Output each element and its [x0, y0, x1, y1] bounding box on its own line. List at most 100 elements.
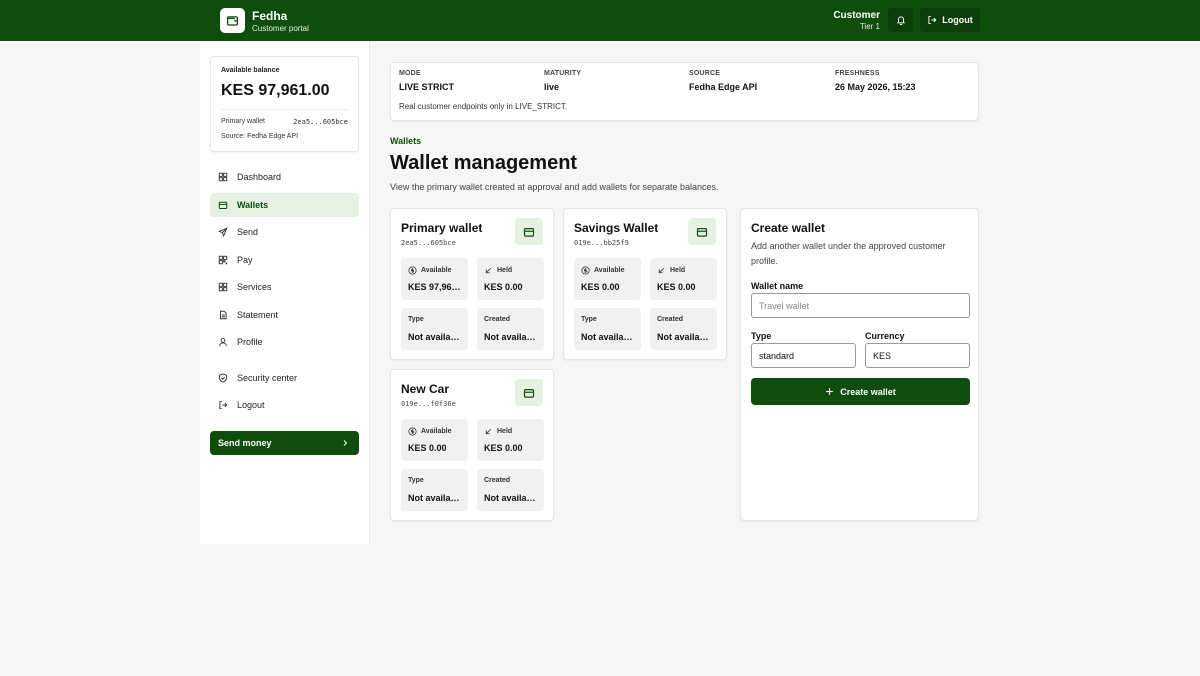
type-value: Not available [408, 493, 463, 503]
wallet-name: Savings Wallet [574, 221, 659, 235]
grid-icon [218, 282, 228, 292]
available-label: Available [421, 428, 452, 435]
page-title: Wallet management [390, 152, 578, 174]
type-value: Not available [581, 332, 636, 342]
currency-input[interactable]: KES [865, 343, 970, 368]
type-value: Not available [408, 332, 463, 342]
send-icon [218, 227, 228, 237]
created-tile: Created Not available [650, 308, 717, 350]
send-money-label: Send money [218, 438, 272, 448]
wallet-icon-badge [688, 218, 716, 245]
create-wallet-button[interactable]: Create wallet [751, 378, 970, 405]
mode-label: MODE [399, 70, 421, 77]
create-wallet-title: Create wallet [751, 221, 826, 235]
breadcrumb[interactable]: Wallets [390, 136, 421, 146]
wallet-card-new-car[interactable]: New Car 019e...f0f36e Available KES 0.00… [390, 369, 554, 521]
brand-subtitle: Customer portal [252, 24, 309, 33]
user-name: Customer [833, 10, 880, 21]
mode-value: LIVE STRICT [399, 82, 455, 92]
wallet-card-savings[interactable]: Savings Wallet 019e...bb25f9 Available K… [563, 208, 727, 360]
shield-icon [219, 373, 227, 383]
dollar-circle-icon [408, 266, 417, 275]
brand-name: Fedha [252, 9, 288, 23]
created-tile: Created Not available [477, 308, 544, 350]
wallet-id: 019e...bb25f9 [574, 239, 629, 247]
arrow-down-left-icon [485, 428, 492, 435]
wallet-icon [523, 227, 535, 237]
held-value: KES 0.00 [657, 282, 696, 292]
wallet-id: 019e...f0f36e [401, 400, 456, 408]
sidebar-item-security-center[interactable]: Security center [210, 366, 359, 390]
created-value: Not available [484, 493, 539, 503]
logout-button[interactable]: Logout [920, 8, 980, 32]
create-wallet-button-label: Create wallet [840, 386, 896, 397]
type-label: Type [581, 316, 597, 323]
sidebar-item-statement[interactable]: Statement [210, 303, 359, 327]
divider [221, 109, 348, 110]
held-tile: Held KES 0.00 [650, 258, 717, 300]
sidebar-item-label: Send [237, 227, 259, 237]
primary-wallet-id: 2ea5...605bce [293, 118, 348, 126]
sidebar-item-profile[interactable]: Profile [210, 330, 359, 354]
sidebar-item-label: Statement [237, 310, 279, 320]
balance-amount: KES 97,961.00 [221, 82, 330, 99]
data-source-card: MODE LIVE STRICT MATURITY live SOURCE Fe… [390, 62, 979, 121]
user-tier: Tier 1 [859, 22, 880, 31]
created-value: Not available [484, 332, 539, 342]
logout-icon [928, 16, 937, 24]
notifications-button[interactable] [888, 8, 913, 32]
wallet-name-label: Wallet name [751, 281, 804, 291]
grid-icon [218, 172, 228, 182]
dollar-circle-icon [581, 266, 590, 275]
document-icon [220, 310, 227, 320]
arrow-down-left-icon [658, 267, 665, 274]
wallet-id: 2ea5...605bce [401, 239, 456, 247]
wallet-card-primary[interactable]: Primary wallet 2ea5...605bce Available K… [390, 208, 554, 360]
sidebar-item-label: Pay [237, 255, 253, 265]
type-tile: Type Not available [574, 308, 641, 350]
type-label: Type [408, 316, 424, 323]
available-tile: Available KES 97,961.00 [401, 258, 468, 300]
sidebar-item-label: Logout [237, 400, 265, 410]
freshness-field: FRESHNESS 26 May 2026, 15:23 [835, 70, 916, 92]
held-value: KES 0.00 [484, 282, 523, 292]
wallet-name: New Car [401, 382, 450, 396]
create-wallet-card: Create wallet Add another wallet under t… [740, 208, 979, 521]
type-input[interactable]: standard [751, 343, 856, 368]
sidebar-item-dashboard[interactable]: Dashboard [210, 165, 359, 189]
sidebar-item-label: Services [237, 282, 272, 292]
sidebar-item-logout[interactable]: Logout [210, 393, 359, 417]
arrow-down-left-icon [485, 267, 492, 274]
sidebar-item-wallets[interactable]: Wallets [210, 193, 359, 217]
type-tile: Type Not available [401, 469, 468, 511]
held-tile: Held KES 0.00 [477, 419, 544, 461]
freshness-label: FRESHNESS [835, 70, 880, 77]
currency-label: Currency [865, 331, 905, 341]
mode-field: MODE LIVE STRICT [399, 70, 454, 92]
wallet-icon-badge [515, 379, 543, 406]
logout-label: Logout [942, 15, 973, 25]
plus-icon [826, 388, 834, 395]
brand-logo[interactable] [220, 8, 245, 33]
type-label: Type [751, 331, 772, 341]
chevron-right-icon [343, 440, 348, 446]
top-bar: Fedha Customer portal Customer Tier 1 Lo… [0, 0, 1200, 41]
mode-note: Real customer endpoints only in LIVE_STR… [399, 102, 568, 111]
sidebar-item-pay[interactable]: Pay [210, 248, 359, 272]
wallet-icon [226, 16, 239, 26]
maturity-label: MATURITY [544, 70, 582, 77]
wallet-icon [218, 201, 228, 209]
available-label: Available [594, 267, 625, 274]
sidebar-item-services[interactable]: Services [210, 275, 359, 299]
created-label: Created [484, 316, 511, 323]
held-value: KES 0.00 [484, 443, 523, 453]
held-label: Held [670, 267, 686, 274]
available-value: KES 0.00 [581, 282, 620, 292]
dollar-circle-icon [408, 427, 417, 436]
wallet-name: Primary wallet [401, 221, 483, 235]
logout-icon [219, 401, 228, 409]
wallet-name-input[interactable]: Travel wallet [751, 293, 970, 318]
balance-card: Available balance KES 97,961.00 Primary … [210, 56, 359, 152]
sidebar-item-send[interactable]: Send [210, 220, 359, 244]
send-money-button[interactable]: Send money [210, 431, 359, 455]
